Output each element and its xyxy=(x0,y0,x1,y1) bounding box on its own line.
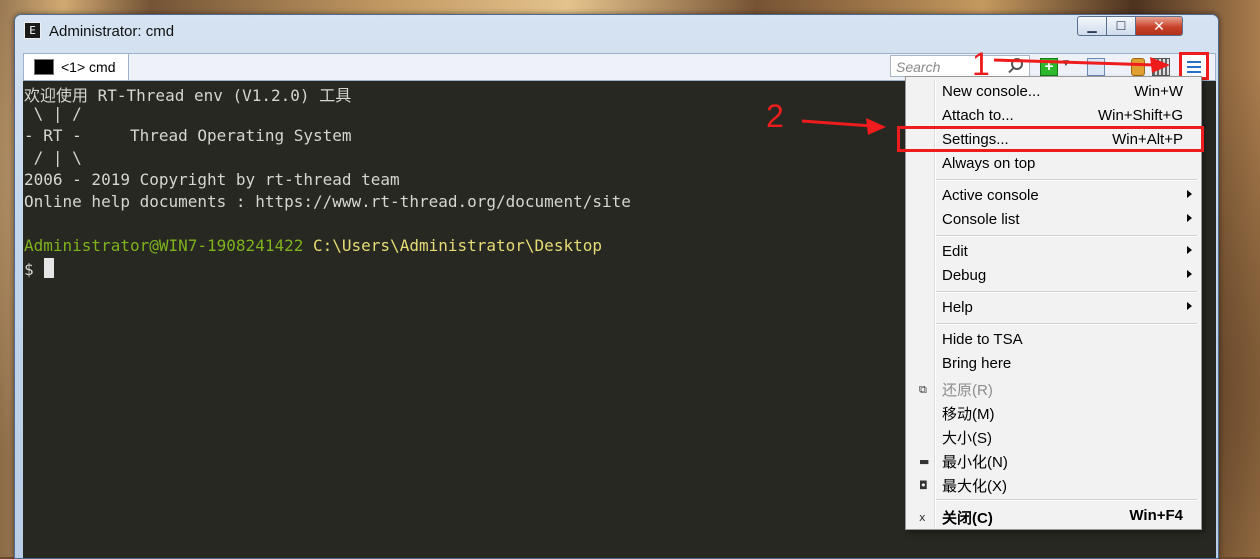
menu-item-label: 移动(M) xyxy=(942,406,995,423)
tab-cmd[interactable]: <1> cmd xyxy=(24,54,129,80)
menu-item-label: Console list xyxy=(942,211,1020,228)
arrow-shaft xyxy=(993,58,1157,67)
console-line: - RT - Thread Operating System xyxy=(24,126,352,145)
submenu-arrow-icon xyxy=(1187,270,1192,278)
maximize-icon: ◘ xyxy=(919,479,928,492)
maximize-icon: ☐ xyxy=(1115,19,1127,33)
menu-item-label: Help xyxy=(942,299,973,316)
menu-item-maximize[interactable]: ◘ 最大化(X) xyxy=(906,472,1201,496)
prompt-symbol: $ xyxy=(24,260,34,279)
menu-item-edit[interactable]: Edit xyxy=(906,240,1201,264)
input-line[interactable]: $ xyxy=(24,258,54,279)
annotation-step-1: 1 xyxy=(972,46,990,82)
minimize-icon: ▁ xyxy=(1087,19,1097,33)
menu-item-label: Always on top xyxy=(942,155,1036,172)
menu-item-close[interactable]: x 关闭(C) Win+F4 xyxy=(906,504,1201,528)
menu-item-label: Hide to TSA xyxy=(942,331,1023,348)
submenu-arrow-icon xyxy=(1187,302,1192,310)
menu-bar-icon xyxy=(1187,66,1201,68)
menu-item-size[interactable]: 大小(S) xyxy=(906,424,1201,448)
prompt-path: C:\Users\Administrator\Desktop xyxy=(303,236,602,255)
submenu-arrow-icon xyxy=(1187,190,1192,198)
arrow-shaft xyxy=(801,119,873,128)
console-line: 2006 - 2019 Copyright by rt-thread team xyxy=(24,170,400,189)
menu-item-label: Bring here xyxy=(942,355,1012,372)
console-line: / | \ xyxy=(24,148,82,167)
console-icon xyxy=(34,59,54,75)
menu-separator xyxy=(936,291,1197,293)
minimize-icon: ▬ xyxy=(919,455,930,468)
text-cursor xyxy=(43,258,54,278)
menu-item-label: Attach to... xyxy=(942,107,1014,124)
close-button[interactable]: ✕ xyxy=(1135,16,1183,36)
menu-item-shortcut: Win+W xyxy=(1134,83,1183,100)
tab-label: <1> cmd xyxy=(61,59,116,75)
menu-item-label: Active console xyxy=(942,187,1039,204)
app-icon[interactable]: E xyxy=(24,22,41,39)
menu-item-restore: ⧉ 还原(R) xyxy=(906,376,1201,400)
console-line: Online help documents : https://www.rt-t… xyxy=(24,192,631,211)
console-line: \ | / xyxy=(24,104,82,123)
menu-item-label: New console... xyxy=(942,83,1041,100)
menu-item-move[interactable]: 移动(M) xyxy=(906,400,1201,424)
menu-item-attach-to[interactable]: Attach to... Win+Shift+G xyxy=(906,104,1201,128)
submenu-arrow-icon xyxy=(1187,246,1192,254)
prompt-user: Administrator@WIN7-1908241422 xyxy=(24,236,304,255)
menu-item-debug[interactable]: Debug xyxy=(906,264,1201,288)
menu-item-minimize[interactable]: ▬ 最小化(N) xyxy=(906,448,1201,472)
menu-separator xyxy=(936,499,1197,501)
menu-bar-icon xyxy=(1187,61,1201,63)
menu-item-active-console[interactable]: Active console xyxy=(906,184,1201,208)
menu-item-always-on-top[interactable]: Always on top xyxy=(906,152,1201,176)
menu-bar-icon xyxy=(1187,71,1201,73)
menu-separator xyxy=(936,179,1197,181)
menu-item-new-console[interactable]: New console... Win+W xyxy=(906,80,1201,104)
menu-item-console-list[interactable]: Console list xyxy=(906,208,1201,232)
menu-item-label: 最大化(X) xyxy=(942,478,1007,495)
minimize-button[interactable]: ▁ xyxy=(1077,16,1107,36)
maximize-button[interactable]: ☐ xyxy=(1106,16,1136,36)
arrow-head xyxy=(866,118,886,135)
settings-highlight-box xyxy=(897,126,1204,152)
annotation-arrow-2 xyxy=(801,118,886,135)
menu-item-label: Edit xyxy=(942,243,968,260)
menu-item-label: 还原(R) xyxy=(942,382,993,399)
menu-separator xyxy=(936,235,1197,237)
menu-item-shortcut: Win+F4 xyxy=(1129,507,1183,524)
menu-item-label: 最小化(N) xyxy=(942,454,1008,471)
menu-item-shortcut: Win+Shift+G xyxy=(1097,107,1183,124)
window-title: Administrator: cmd xyxy=(49,23,175,40)
menu-item-help[interactable]: Help xyxy=(906,296,1201,320)
submenu-arrow-icon xyxy=(1187,214,1192,222)
annotation-step-2: 2 xyxy=(766,98,784,134)
menu-item-label: 关闭(C) xyxy=(942,510,993,527)
menu-item-label: 大小(S) xyxy=(942,430,992,447)
restore-icon: ⧉ xyxy=(919,383,927,396)
close-icon: x xyxy=(919,511,926,524)
arrow-head xyxy=(1150,57,1170,73)
console-line: 欢迎使用 RT-Thread env (V1.2.0) 工具 xyxy=(24,86,352,105)
menu-item-bring-here[interactable]: Bring here xyxy=(906,352,1201,376)
menu-item-label: Debug xyxy=(942,267,987,284)
close-icon: ✕ xyxy=(1153,18,1165,34)
annotation-arrow-1 xyxy=(993,57,1170,73)
menu-separator xyxy=(936,323,1197,325)
title-bar[interactable]: E Administrator: cmd ▁ ☐ ✕ xyxy=(15,15,1218,47)
menu-item-hide-to-tsa[interactable]: Hide to TSA xyxy=(906,328,1201,352)
prompt-line: Administrator@WIN7-1908241422 C:\Users\A… xyxy=(24,236,602,255)
